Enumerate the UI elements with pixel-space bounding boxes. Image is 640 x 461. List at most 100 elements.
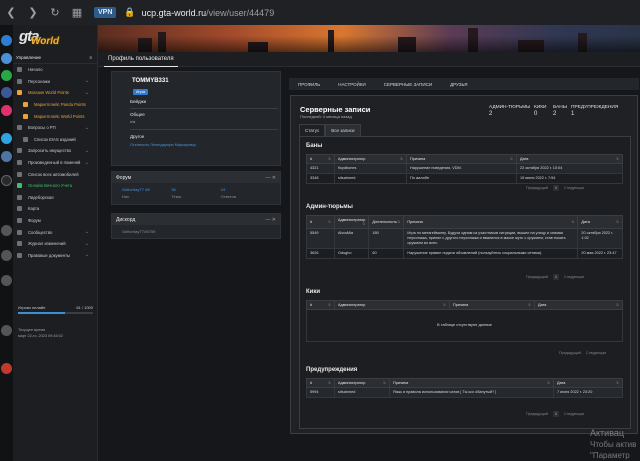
app-icon[interactable] (1, 35, 12, 46)
sidebar-item[interactable]: Форум (13, 215, 97, 227)
app-icon[interactable] (1, 363, 12, 374)
column-header[interactable]: Администратор ⇅ (334, 378, 390, 388)
column-header[interactable]: Причина ⇅ (403, 215, 579, 229)
address-bar[interactable]: ucp.gta-world.ru/view/user/44479 (142, 8, 275, 18)
column-header-label: Администратор (338, 381, 366, 385)
lock-icon[interactable]: 🔒 (124, 7, 135, 18)
column-header[interactable]: Причина ⇅ (406, 154, 517, 164)
app-icon[interactable] (1, 175, 12, 186)
menu-item-icon (17, 229, 22, 235)
tab-user-profile[interactable]: Профиль пользователя (104, 52, 178, 67)
browser-toolbar: ❮ ❯ ↻ ▦ VPN 🔒 ucp.gta-world.ru/view/user… (0, 0, 640, 25)
column-header[interactable]: Администратор ⇅ (333, 215, 370, 229)
sidebar-item[interactable]: Онлайн Вечного Учета (13, 180, 97, 192)
sidebar-item[interactable]: Карта (13, 203, 97, 215)
forum-stat-value[interactable]: 24 (221, 187, 270, 192)
header-banner (98, 25, 640, 52)
tab-all-records[interactable]: Все записи (325, 124, 361, 136)
jails-title: Админ-тюрьмы (306, 204, 353, 210)
sidebar-item[interactable]: Маркетплейс World Points (13, 110, 97, 122)
prev-button[interactable]: Предыдущий (559, 351, 581, 355)
sidebar-item[interactable]: Маркетплейс Panda Points (13, 99, 97, 111)
table-row: 3348 sitsahmed По жалобе 15 июня 2022 г. 7:… (306, 173, 623, 184)
bans-pagination: Предыдущий 1 Следующая (526, 185, 584, 191)
sidebar-item-label: Журнал изменений (28, 241, 66, 247)
vpn-badge[interactable]: VPN (94, 7, 117, 18)
windows-activation-watermark: Активац Чтобы актив "Параметр (590, 428, 636, 461)
sidebar-item[interactable]: Произведенный в поменяй ⌄ (13, 157, 97, 169)
page-button[interactable]: 1 (553, 185, 560, 191)
record-stat-label: ПРЕДУПРЕЖДЕНИЯ (571, 105, 619, 110)
column-header[interactable]: Дата ⇅ (553, 378, 623, 388)
back-icon[interactable]: ❮ (0, 0, 22, 25)
app-icon[interactable] (1, 87, 12, 98)
next-button[interactable]: Следующая (564, 412, 584, 416)
page-button[interactable]: 1 (553, 411, 560, 417)
sidebar-item[interactable]: Правовые документы ⌄ (13, 250, 97, 262)
app-icon[interactable] (1, 105, 12, 116)
referral-link[interactable]: Отключить Легендарную Маркировку (130, 143, 196, 147)
gta-world-logo[interactable]: gta World (13, 25, 97, 52)
sidebar-item[interactable]: Лидеборская (13, 192, 97, 204)
column-header[interactable]: # ⇅ (306, 378, 335, 388)
record-stat: ПРЕДУПРЕЖДЕНИЯ 1 (571, 105, 618, 117)
sidebar-item[interactable]: Начало (13, 64, 97, 76)
sort-icon: ⇅ (616, 381, 619, 385)
page-button[interactable]: 1 (553, 274, 560, 280)
vk-icon[interactable] (1, 151, 12, 162)
watermark-line: "Параметр (590, 451, 630, 460)
app-icon[interactable] (1, 275, 12, 286)
tab-profile-section[interactable]: НАСТРОЙКИ (329, 82, 375, 87)
sidebar-item[interactable]: Сообщество ⌄ (13, 226, 97, 238)
next-button[interactable]: Следующая (564, 186, 584, 190)
app-icon[interactable] (1, 250, 12, 261)
app-icon[interactable] (1, 53, 12, 64)
forward-icon[interactable]: ❯ (22, 0, 44, 25)
app-icon[interactable] (1, 225, 12, 236)
forum-stat-value[interactable]: Gelfor/tayTT #6 (122, 187, 171, 192)
column-header[interactable]: Причина ⇅ (449, 300, 535, 310)
column-header[interactable]: Администратор ⇅ (334, 300, 450, 310)
column-header[interactable]: Администратор ⇅ (334, 154, 407, 164)
tab-profile-section[interactable]: ПРОФИЛЬ (289, 82, 329, 87)
column-header[interactable]: Дата ⇅ (534, 300, 623, 310)
sidebar-item[interactable]: Список всех автомобилей (13, 168, 97, 180)
tab-profile-section[interactable]: ДРУЗЬЯ (441, 82, 476, 87)
telegram-icon[interactable] (1, 133, 12, 144)
record-stat-value: 2 (553, 111, 557, 117)
divider (130, 129, 278, 130)
sidebar-item[interactable]: Магазин World Points ⌄ (13, 87, 97, 99)
column-header[interactable]: Дата ⇅ (516, 154, 623, 164)
column-header[interactable]: Дата ⇅ (577, 215, 623, 229)
sidebar-item[interactable]: Персонажи ⌄ (13, 76, 97, 88)
column-header[interactable]: # ⇅ (306, 154, 335, 164)
menu-toggle-icon[interactable]: ≡ (89, 55, 92, 60)
next-button[interactable]: Следующая (564, 275, 584, 279)
tab-status[interactable]: Статус (299, 124, 326, 136)
sidebar-item-label: Магазин World Points (28, 90, 69, 96)
prev-button[interactable]: Предыдущий (526, 412, 548, 416)
sort-icon: ⇅ (362, 222, 366, 226)
card-controls[interactable]: — ✕ (265, 175, 276, 181)
column-header[interactable]: Длительность ⇅ (368, 215, 405, 229)
tab-profile-section[interactable]: СЕРВЕРНЫЕ ЗАПИСИ (375, 82, 441, 87)
sort-icon: ⇅ (397, 220, 401, 224)
next-button[interactable]: Следующая (586, 351, 606, 355)
settings-icon[interactable] (1, 325, 12, 336)
column-header[interactable]: Причина ⇅ (389, 378, 554, 388)
whatsapp-icon[interactable] (1, 70, 12, 81)
tabs-grid-icon[interactable]: ▦ (66, 0, 88, 25)
prev-button[interactable]: Предыдущий (526, 275, 548, 279)
kicks-pagination: Предыдущий Следующая (559, 351, 606, 355)
card-controls[interactable]: — ✕ (265, 217, 276, 223)
server-records-panel: Серверные записи Последний: 4 месяца наз… (290, 95, 638, 434)
reload-icon[interactable]: ↻ (44, 0, 66, 25)
sidebar-item[interactable]: Вопросы о РП ⌄ (13, 122, 97, 134)
column-header[interactable]: # ⇅ (306, 300, 335, 310)
forum-stat-value[interactable]: 36 (171, 187, 220, 192)
sidebar-item[interactable]: Список EIAS изданий (13, 134, 97, 146)
prev-button[interactable]: Предыдущий (526, 186, 548, 190)
column-header[interactable]: # ⇅ (306, 215, 335, 229)
sidebar-item[interactable]: Журнал изменений ⌄ (13, 238, 97, 250)
sidebar-item[interactable]: Запросить имущество ⌄ (13, 145, 97, 157)
